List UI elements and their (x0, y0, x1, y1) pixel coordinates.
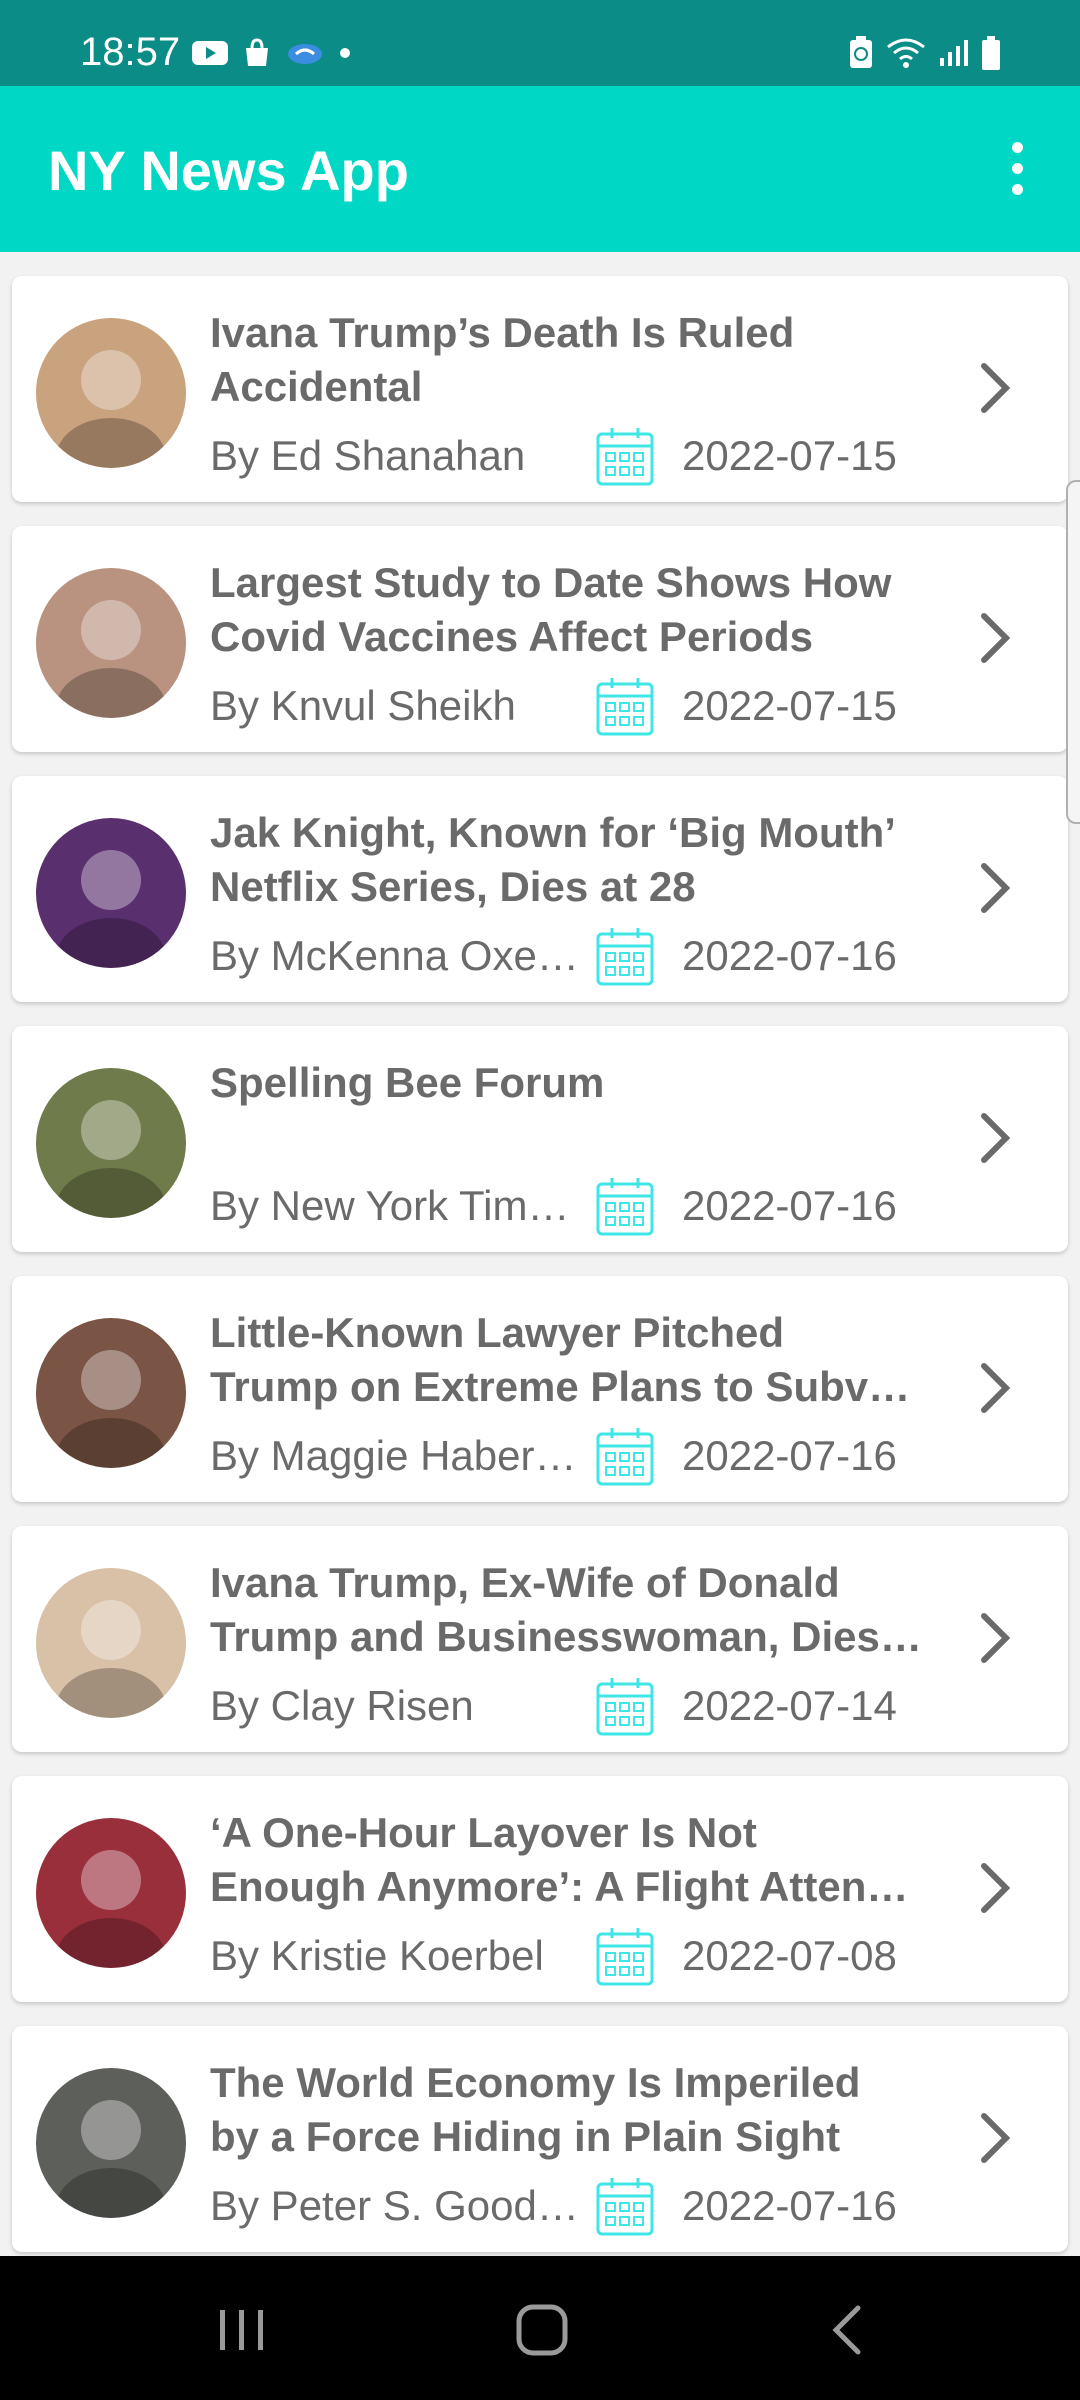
article-headline-line1: Ivana Trump, Ex-Wife of Donald (210, 1559, 840, 1606)
article-card[interactable]: Ivana Trump’s Death Is Ruled Accidental … (12, 276, 1068, 502)
calendar-icon (594, 1176, 656, 1238)
youtube-icon (192, 39, 228, 72)
chevron-right-icon[interactable] (976, 358, 1016, 418)
article-date: 2022-07-16 (682, 1182, 897, 1229)
article-thumbnail (36, 318, 186, 468)
article-headline-line2: Netflix Series, Dies at 28 (210, 863, 696, 910)
article-date: 2022-07-16 (682, 932, 897, 979)
chevron-right-icon[interactable] (976, 2108, 1016, 2168)
article-thumbnail (36, 1068, 186, 1218)
article-headline-line1: ‘A One-Hour Layover Is Not (210, 1809, 757, 1856)
article-thumbnail (36, 1318, 186, 1468)
article-headline: Little-Known Lawyer Pitched Trump on Ext… (210, 1306, 930, 1414)
article-thumbnail (36, 568, 186, 718)
article-card[interactable]: Jak Knight, Known for ‘Big Mouth’ Netfli… (12, 776, 1068, 1002)
calendar-icon (594, 1676, 656, 1738)
article-author: By Ed Shanahan (210, 432, 526, 479)
article-card[interactable]: Largest Study to Date Shows How Covid Va… (12, 526, 1068, 752)
chevron-right-icon[interactable] (976, 1608, 1016, 1668)
article-headline-line2: Trump and Businesswoman, Dies at 73 (210, 1613, 930, 1660)
article-author: By Knvul Sheikh (210, 682, 516, 729)
article-date: 2022-07-15 (682, 682, 897, 729)
chevron-right-icon[interactable] (976, 1108, 1016, 1168)
article-headline-line2: by a Force Hiding in Plain Sight (210, 2113, 841, 2160)
article-headline-line1: The World Economy Is Imperiled (210, 2059, 861, 2106)
article-card[interactable]: The World Economy Is Imperiled by a Forc… (12, 2026, 1068, 2252)
article-headline-line1: Ivana Trump’s Death Is Ruled (210, 309, 795, 356)
calendar-icon (594, 676, 656, 738)
article-thumbnail (36, 1568, 186, 1718)
article-author: By New York Times Games (210, 1182, 580, 1229)
home-icon[interactable] (512, 2300, 572, 2360)
chevron-right-icon[interactable] (976, 1358, 1016, 1418)
article-thumbnail (36, 2068, 186, 2218)
chevron-right-icon[interactable] (976, 1858, 1016, 1918)
article-date: 2022-07-16 (682, 1432, 897, 1479)
more-vert-icon[interactable] (1002, 142, 1032, 198)
article-list[interactable]: Ivana Trump’s Death Is Ruled Accidental … (0, 252, 1080, 2256)
article-headline-line1: Little-Known Lawyer Pitched (210, 1309, 785, 1356)
article-headline-line1: Spelling Bee Forum (210, 1059, 605, 1106)
app-bar: NY News App (0, 86, 1080, 252)
chevron-right-icon[interactable] (976, 858, 1016, 918)
article-headline: The World Economy Is Imperiled by a Forc… (210, 2056, 930, 2164)
bag-icon (242, 38, 272, 73)
scrollbar-handle[interactable] (1066, 480, 1080, 824)
article-date: 2022-07-15 (682, 432, 897, 479)
calendar-icon (594, 2176, 656, 2238)
status-bar: 18:57 (0, 0, 1080, 86)
calendar-icon (594, 426, 656, 488)
calendar-icon (594, 1426, 656, 1488)
back-icon[interactable] (818, 2300, 878, 2360)
article-headline-line2: Enough Anymore’: A Flight Attendant Spea… (210, 1863, 930, 1910)
calendar-icon (594, 926, 656, 988)
article-author: By McKenna Oxenden (210, 932, 580, 979)
signal-icon (938, 38, 968, 73)
recent-apps-icon[interactable] (212, 2300, 272, 2360)
wifi-icon (886, 37, 926, 74)
article-headline: Largest Study to Date Shows How Covid Va… (210, 556, 930, 664)
battery-icon (980, 36, 1002, 75)
article-headline: ‘A One-Hour Layover Is Not Enough Anymor… (210, 1806, 930, 1914)
calendar-icon (594, 1926, 656, 1988)
article-author: By Peter S. Goodman (210, 2182, 580, 2229)
article-card[interactable]: ‘A One-Hour Layover Is Not Enough Anymor… (12, 1776, 1068, 2002)
navigation-bar (0, 2256, 1080, 2400)
article-card[interactable]: Ivana Trump, Ex-Wife of Donald Trump and… (12, 1526, 1068, 1752)
article-thumbnail (36, 818, 186, 968)
cloud-sync-icon (286, 40, 324, 71)
app-title: NY News App (48, 139, 409, 202)
article-headline-line2: Accidental (210, 363, 423, 410)
article-date: 2022-07-08 (682, 1932, 897, 1979)
article-headline: Ivana Trump, Ex-Wife of Donald Trump and… (210, 1556, 930, 1664)
article-headline-line1: Largest Study to Date Shows How (210, 559, 892, 606)
article-author: By Clay Risen (210, 1682, 474, 1729)
article-headline-line2: Trump on Extreme Plans to Subvert the El… (210, 1363, 930, 1410)
chevron-right-icon[interactable] (976, 608, 1016, 668)
article-date: 2022-07-16 (682, 2182, 897, 2229)
article-headline: Jak Knight, Known for ‘Big Mouth’ Netfli… (210, 806, 930, 914)
dot-icon (338, 46, 352, 65)
article-card[interactable]: Little-Known Lawyer Pitched Trump on Ext… (12, 1276, 1068, 1502)
article-headline: Spelling Bee Forum (210, 1056, 930, 1110)
article-thumbnail (36, 1818, 186, 1968)
article-headline: Ivana Trump’s Death Is Ruled Accidental (210, 306, 930, 414)
battery-saver-icon (848, 36, 874, 75)
article-date: 2022-07-14 (682, 1682, 897, 1729)
article-card[interactable]: Spelling Bee Forum By New York Times Gam… (12, 1026, 1068, 1252)
article-headline-line1: Jak Knight, Known for ‘Big Mouth’ (210, 809, 896, 856)
article-headline-line2: Covid Vaccines Affect Periods (210, 613, 813, 660)
article-author: By Kristie Koerbel (210, 1932, 544, 1979)
status-time: 18:57 (80, 30, 181, 74)
article-author: By Maggie Haberman (210, 1432, 580, 1479)
